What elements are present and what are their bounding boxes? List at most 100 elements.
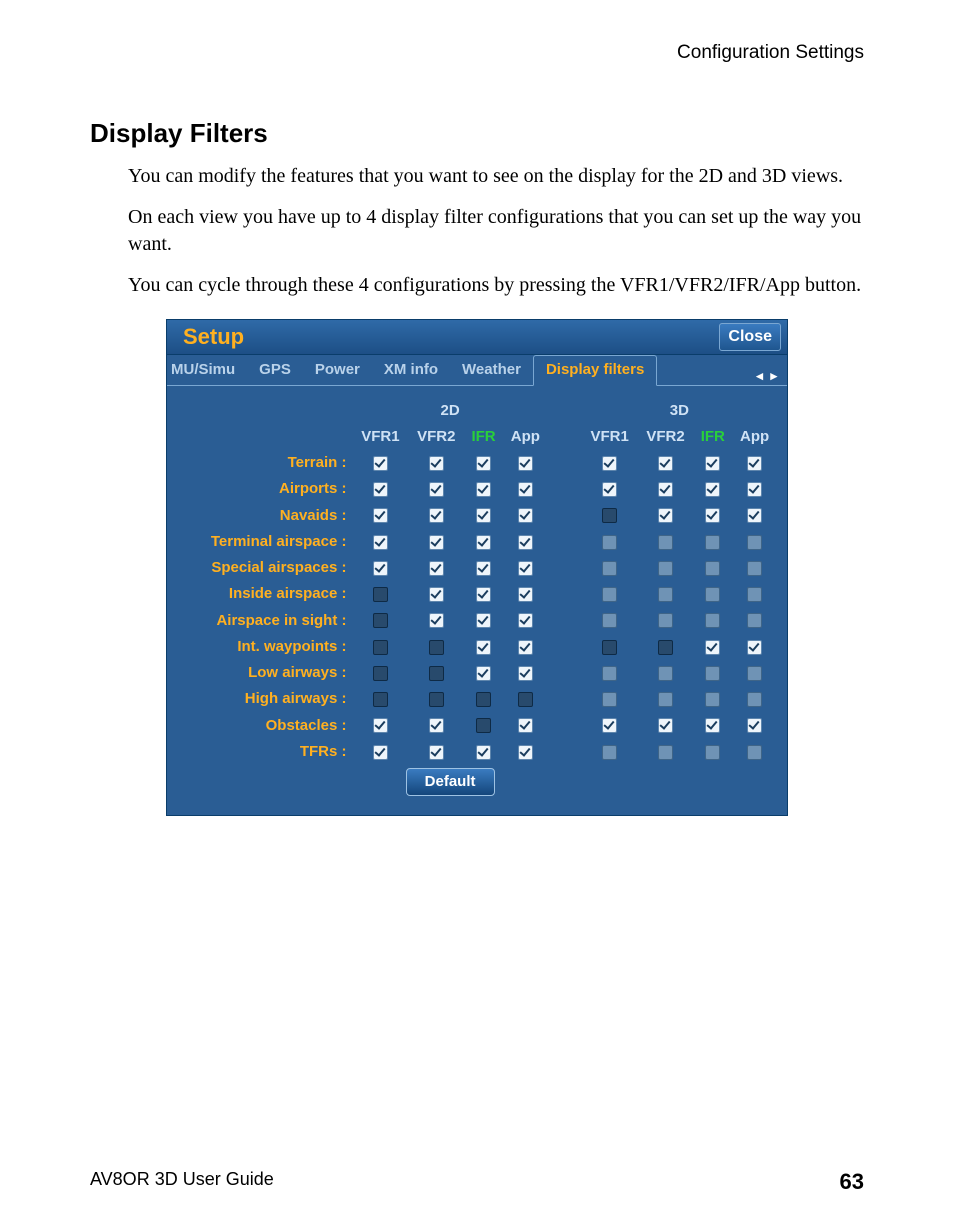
checkbox-airports-2d-0[interactable] [373,482,388,497]
checkbox-terrain-2d-0[interactable] [373,456,388,471]
checkbox-highair-3d-0[interactable] [602,692,617,707]
checkbox-inside-3d-2[interactable] [705,587,720,602]
checkbox-highair-3d-1[interactable] [658,692,673,707]
checkbox-terminal-3d-2[interactable] [705,535,720,550]
checkbox-lowair-3d-0[interactable] [602,666,617,681]
checkbox-insight-3d-2[interactable] [705,613,720,628]
checkbox-terminal-3d-3[interactable] [747,535,762,550]
tab-scroll-arrows[interactable]: ◂ ▸ [748,367,787,385]
checkbox-insight-2d-2[interactable] [476,613,491,628]
checkbox-insight-2d-3[interactable] [518,613,533,628]
checkbox-highair-2d-0[interactable] [373,692,388,707]
checkbox-intwp-2d-3[interactable] [518,640,533,655]
tab-power[interactable]: Power [303,356,372,384]
checkbox-highair-2d-1[interactable] [429,692,444,707]
checkbox-special-3d-1[interactable] [658,561,673,576]
checkbox-intwp-2d-2[interactable] [476,640,491,655]
checkbox-obstacles-3d-3[interactable] [747,718,762,733]
checkbox-tfrs-2d-0[interactable] [373,745,388,760]
checkbox-intwp-2d-0[interactable] [373,640,388,655]
checkbox-navaids-3d-3[interactable] [747,508,762,523]
checkbox-airports-2d-3[interactable] [518,482,533,497]
checkbox-airports-3d-1[interactable] [658,482,673,497]
checkbox-terminal-3d-0[interactable] [602,535,617,550]
checkbox-tfrs-2d-3[interactable] [518,745,533,760]
checkbox-inside-2d-3[interactable] [518,587,533,602]
tab-gps[interactable]: GPS [247,356,303,384]
checkbox-navaids-2d-0[interactable] [373,508,388,523]
checkbox-airports-3d-3[interactable] [747,482,762,497]
checkbox-lowair-2d-3[interactable] [518,666,533,681]
checkbox-special-3d-2[interactable] [705,561,720,576]
checkbox-terrain-3d-3[interactable] [747,456,762,471]
checkbox-airports-3d-2[interactable] [705,482,720,497]
checkbox-terrain-2d-3[interactable] [518,456,533,471]
tab-weather[interactable]: Weather [450,356,533,384]
checkbox-terrain-3d-1[interactable] [658,456,673,471]
checkbox-special-3d-3[interactable] [747,561,762,576]
checkbox-inside-3d-3[interactable] [747,587,762,602]
checkbox-special-2d-2[interactable] [476,561,491,576]
checkbox-obstacles-2d-2[interactable] [476,718,491,733]
default-button[interactable]: Default [406,768,495,796]
checkbox-navaids-2d-2[interactable] [476,508,491,523]
checkbox-intwp-3d-2[interactable] [705,640,720,655]
checkbox-obstacles-3d-2[interactable] [705,718,720,733]
checkbox-terminal-2d-1[interactable] [429,535,444,550]
checkbox-obstacles-2d-1[interactable] [429,718,444,733]
checkbox-airports-3d-0[interactable] [602,482,617,497]
checkbox-special-3d-0[interactable] [602,561,617,576]
checkbox-lowair-2d-0[interactable] [373,666,388,681]
checkbox-highair-2d-2[interactable] [476,692,491,707]
checkbox-special-2d-0[interactable] [373,561,388,576]
checkbox-inside-3d-1[interactable] [658,587,673,602]
checkbox-insight-3d-1[interactable] [658,613,673,628]
checkbox-navaids-3d-1[interactable] [658,508,673,523]
checkbox-highair-3d-2[interactable] [705,692,720,707]
checkbox-terminal-2d-0[interactable] [373,535,388,550]
tab-xm-info[interactable]: XM info [372,356,450,384]
checkbox-tfrs-2d-1[interactable] [429,745,444,760]
checkbox-terminal-2d-2[interactable] [476,535,491,550]
checkbox-lowair-3d-3[interactable] [747,666,762,681]
checkbox-obstacles-3d-0[interactable] [602,718,617,733]
tab-display-filters[interactable]: Display filters [533,355,657,385]
checkbox-lowair-2d-2[interactable] [476,666,491,681]
checkbox-insight-3d-0[interactable] [602,613,617,628]
checkbox-insight-2d-0[interactable] [373,613,388,628]
checkbox-lowair-2d-1[interactable] [429,666,444,681]
checkbox-intwp-3d-0[interactable] [602,640,617,655]
checkbox-highair-3d-3[interactable] [747,692,762,707]
checkbox-tfrs-2d-2[interactable] [476,745,491,760]
checkbox-insight-2d-1[interactable] [429,613,444,628]
checkbox-intwp-2d-1[interactable] [429,640,444,655]
checkbox-obstacles-3d-1[interactable] [658,718,673,733]
checkbox-inside-2d-2[interactable] [476,587,491,602]
checkbox-airports-2d-2[interactable] [476,482,491,497]
checkbox-lowair-3d-1[interactable] [658,666,673,681]
checkbox-tfrs-3d-1[interactable] [658,745,673,760]
checkbox-terminal-3d-1[interactable] [658,535,673,550]
checkbox-terrain-3d-0[interactable] [602,456,617,471]
close-button[interactable]: Close [719,323,781,351]
checkbox-lowair-3d-2[interactable] [705,666,720,681]
checkbox-airports-2d-1[interactable] [429,482,444,497]
checkbox-terrain-3d-2[interactable] [705,456,720,471]
checkbox-intwp-3d-1[interactable] [658,640,673,655]
checkbox-inside-2d-0[interactable] [373,587,388,602]
checkbox-terrain-2d-2[interactable] [476,456,491,471]
checkbox-navaids-2d-1[interactable] [429,508,444,523]
checkbox-inside-3d-0[interactable] [602,587,617,602]
checkbox-special-2d-3[interactable] [518,561,533,576]
checkbox-tfrs-3d-0[interactable] [602,745,617,760]
tab-mu-simu[interactable]: MU/Simu [171,356,247,384]
checkbox-navaids-2d-3[interactable] [518,508,533,523]
checkbox-terminal-2d-3[interactable] [518,535,533,550]
checkbox-obstacles-2d-3[interactable] [518,718,533,733]
checkbox-intwp-3d-3[interactable] [747,640,762,655]
checkbox-insight-3d-3[interactable] [747,613,762,628]
checkbox-tfrs-3d-3[interactable] [747,745,762,760]
checkbox-navaids-3d-2[interactable] [705,508,720,523]
checkbox-highair-2d-3[interactable] [518,692,533,707]
checkbox-inside-2d-1[interactable] [429,587,444,602]
